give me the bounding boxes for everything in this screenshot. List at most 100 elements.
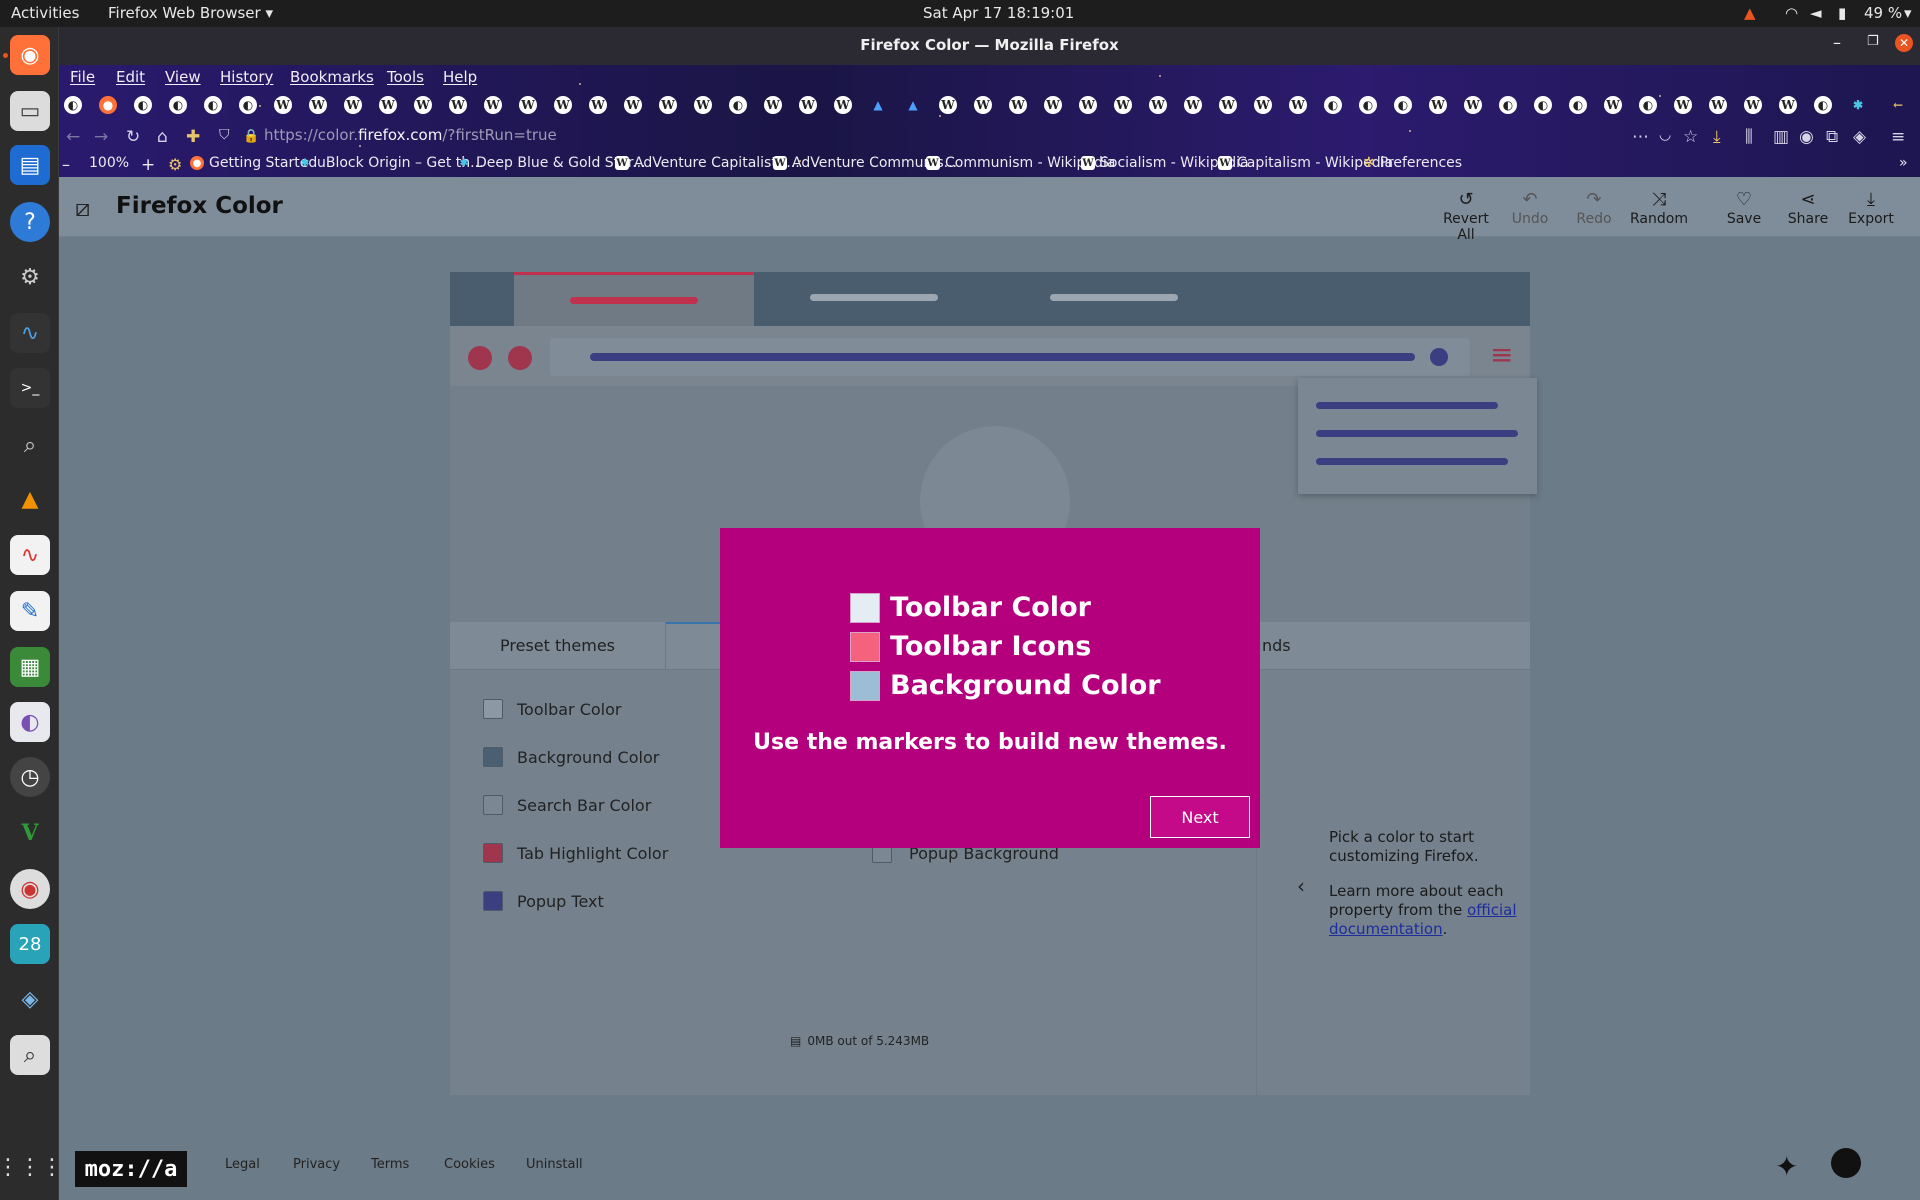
screenshot-icon[interactable]: ⧉ <box>1826 127 1838 147</box>
tab-overflow-icon[interactable]: ← <box>1889 96 1907 114</box>
files-icon[interactable]: ▭ <box>10 91 50 131</box>
vlc-tray-icon[interactable]: ▲ <box>1744 4 1756 22</box>
github-tab-icon[interactable]: ◐ <box>1499 96 1517 114</box>
revert-all-button[interactable]: ↺ Revert All <box>1433 189 1499 243</box>
reload-icon[interactable]: ↻ <box>126 127 140 147</box>
wikipedia-tab-icon[interactable]: W <box>344 96 362 114</box>
bookmark-ublock[interactable]: ✱ uBlock Origin – Get th... <box>298 155 484 171</box>
github-tab-icon[interactable]: ◐ <box>1639 96 1657 114</box>
share-button[interactable]: ⋖ Share <box>1775 189 1841 227</box>
github-tab-icon[interactable]: ◐ <box>1534 96 1552 114</box>
system-menu-icon[interactable]: ▾ <box>1904 4 1912 22</box>
firefox-tab-icon[interactable]: ● <box>99 96 117 114</box>
wikipedia-tab-icon[interactable]: W <box>1044 96 1062 114</box>
github-tab-icon[interactable]: ◐ <box>1569 96 1587 114</box>
wikipedia-tab-icon[interactable]: W <box>554 96 572 114</box>
vlc-icon[interactable]: ▲ <box>10 479 50 519</box>
tab-preset-themes[interactable]: Preset themes <box>450 622 666 669</box>
calendar-icon[interactable]: 28 <box>10 924 50 964</box>
system-monitor-icon[interactable]: ∿ <box>10 313 50 353</box>
preview-active-tab[interactable] <box>514 272 754 326</box>
maximize-icon[interactable]: ❐ <box>1867 34 1879 49</box>
wikipedia-tab-icon[interactable]: W <box>764 96 782 114</box>
menu-history[interactable]: History <box>220 68 273 86</box>
wikipedia-tab-icon[interactable]: W <box>799 96 817 114</box>
wikipedia-tab-icon[interactable]: W <box>1009 96 1027 114</box>
arrow-tab-icon[interactable]: ▲ <box>869 96 887 114</box>
library-icon[interactable]: ⫼ <box>1745 127 1753 147</box>
menu-bookmarks[interactable]: Bookmarks <box>290 68 374 86</box>
help-icon[interactable]: ? <box>10 202 50 242</box>
search-bar-color-swatch[interactable] <box>483 795 503 815</box>
wikipedia-tab-icon[interactable]: W <box>694 96 712 114</box>
sidebar-icon[interactable]: ▥ <box>1773 127 1789 147</box>
downloads-icon[interactable]: ⤓ <box>1713 127 1721 147</box>
arrow-tab-icon[interactable]: ▲ <box>904 96 922 114</box>
activities-button[interactable]: Activities <box>11 4 79 22</box>
hamburger-menu-icon[interactable]: ≡ <box>1891 127 1905 147</box>
writer-icon[interactable]: ▤ <box>10 145 50 185</box>
zoom-level[interactable]: 100% <box>89 155 129 171</box>
wikipedia-tab-icon[interactable]: W <box>1149 96 1167 114</box>
undo-button[interactable]: ↶ Undo <box>1497 189 1563 227</box>
wikipedia-tab-icon[interactable]: W <box>484 96 502 114</box>
preview-toolbar[interactable]: ≡ <box>450 326 1530 386</box>
export-button[interactable]: ⤓ Export <box>1838 189 1904 227</box>
menu-tools[interactable]: Tools <box>387 68 424 86</box>
wikipedia-tab-icon[interactable]: W <box>589 96 607 114</box>
wikipedia-tab-icon[interactable]: W <box>1079 96 1097 114</box>
random-button[interactable]: ⤨ Random <box>1626 189 1692 227</box>
bookmark-preferences[interactable]: ✲ Preferences <box>1363 155 1462 171</box>
wikipedia-tab-icon[interactable]: W <box>1184 96 1202 114</box>
wikipedia-tab-icon[interactable]: W <box>309 96 327 114</box>
wikipedia-tab-icon[interactable]: W <box>449 96 467 114</box>
bookmarks-overflow-icon[interactable]: » <box>1899 155 1908 171</box>
virtualbox-icon[interactable]: ◈ <box>10 979 50 1019</box>
minimize-icon[interactable]: – <box>1833 33 1841 52</box>
github-tab-icon[interactable]: ◐ <box>1814 96 1832 114</box>
github-tab-icon[interactable]: ◐ <box>169 96 187 114</box>
wikipedia-tab-icon[interactable]: W <box>274 96 292 114</box>
close-icon[interactable]: ✕ <box>1895 34 1913 52</box>
clock[interactable]: Sat Apr 17 18:19:01 <box>923 4 1074 22</box>
github-tab-icon[interactable]: ◐ <box>134 96 152 114</box>
wikipedia-tab-icon[interactable]: W <box>1114 96 1132 114</box>
menu-edit[interactable]: Edit <box>116 68 145 86</box>
wikipedia-tab-icon[interactable]: W <box>1429 96 1447 114</box>
home-icon[interactable]: ⌂ <box>157 127 168 147</box>
tab-highlight-color-swatch[interactable] <box>483 843 503 863</box>
wikipedia-tab-icon[interactable]: W <box>414 96 432 114</box>
github-icon[interactable] <box>1831 1148 1861 1178</box>
bookmark-adventure-capitalist[interactable]: W AdVenture Capitalist -... <box>615 155 800 171</box>
app-menu[interactable]: Firefox Web Browser ▾ <box>108 4 273 22</box>
tab-backgrounds[interactable]: nds <box>1262 636 1291 655</box>
preview-popup-menu[interactable] <box>1298 378 1537 494</box>
wikipedia-tab-icon[interactable]: W <box>1674 96 1692 114</box>
wikipedia-tab-icon[interactable]: W <box>1744 96 1762 114</box>
chevron-left-icon[interactable]: ‹ <box>1297 874 1305 898</box>
battery-icon[interactable]: ▮ <box>1838 4 1846 22</box>
pulse-app-icon[interactable]: ∿ <box>10 535 50 575</box>
wikipedia-tab-icon[interactable]: W <box>624 96 642 114</box>
footer-uninstall-link[interactable]: Uninstall <box>526 1157 583 1172</box>
footer-legal-link[interactable]: Legal <box>225 1157 260 1172</box>
extension-icon[interactable]: ◈ <box>1853 127 1866 147</box>
vim-icon[interactable]: V <box>10 813 50 853</box>
page-actions-icon[interactable]: ⋯ <box>1632 127 1649 147</box>
footer-privacy-link[interactable]: Privacy <box>293 1157 340 1172</box>
wikipedia-tab-icon[interactable]: W <box>974 96 992 114</box>
preview-menu-icon[interactable]: ≡ <box>1490 341 1514 369</box>
puzzle-app-icon[interactable]: ▦ <box>10 647 50 687</box>
preview-url-bar[interactable] <box>550 338 1470 376</box>
clock-app-icon[interactable]: ◷ <box>10 757 50 797</box>
zoom-in-icon[interactable]: + <box>141 155 155 175</box>
wikipedia-tab-icon[interactable]: W <box>1464 96 1482 114</box>
wikipedia-tab-icon[interactable]: W <box>519 96 537 114</box>
url-bar[interactable]: https://color.firefox.com/?firstRun=true <box>244 126 557 144</box>
zoom-out-icon[interactable]: – <box>62 155 70 174</box>
menu-help[interactable]: Help <box>443 68 477 86</box>
wikipedia-tab-icon[interactable]: W <box>379 96 397 114</box>
github-tab-icon[interactable]: ◐ <box>1359 96 1377 114</box>
twitter-icon[interactable]: ✦ <box>1775 1150 1798 1183</box>
github-tab-icon[interactable]: ◐ <box>1394 96 1412 114</box>
